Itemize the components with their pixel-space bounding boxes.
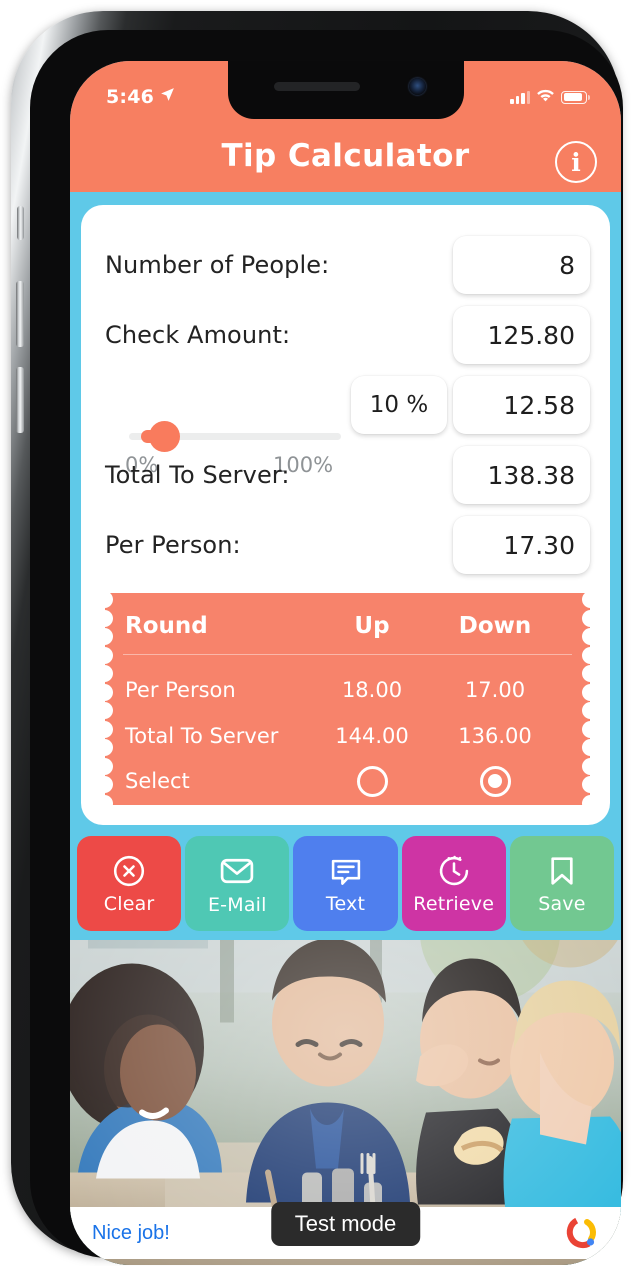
table-row: Per Person 18.00 17.00: [105, 673, 590, 707]
action-button-clear[interactable]: Clear: [77, 836, 182, 931]
action-button-save[interactable]: Save: [509, 836, 615, 931]
phone-screen: Tip Calculator i 5:46 Number of People: …: [70, 61, 621, 1265]
label-per-person: Per Person:: [105, 531, 241, 559]
status-bar-right: [510, 86, 590, 108]
location-arrow-icon: [159, 86, 176, 108]
screenshot-root: Tip Calculator i 5:46 Number of People: …: [0, 0, 631, 1266]
chat-bubble-icon: [328, 853, 364, 889]
receipt-select-label: Select: [125, 769, 190, 793]
receipt-header-row: Round Up Down: [105, 607, 590, 645]
receipt-row0-label: Per Person: [125, 678, 236, 702]
receipt-select-row: Select: [105, 763, 590, 799]
tip-amount-output[interactable]: 12.58: [453, 376, 590, 434]
number-of-people-input[interactable]: 8: [453, 236, 590, 294]
envelope-icon: [218, 852, 256, 890]
receipt-row0-up: 18.00: [341, 678, 403, 702]
action-button-label: Clear: [103, 892, 155, 915]
page-title: Tip Calculator: [221, 138, 470, 174]
info-icon-glyph: i: [571, 147, 581, 177]
phone-frame: Tip Calculator i 5:46 Number of People: …: [11, 11, 623, 1265]
phone-bezel: Tip Calculator i 5:46 Number of People: …: [30, 30, 623, 1265]
status-time: 5:46: [106, 86, 155, 108]
action-button-text[interactable]: Text: [293, 836, 398, 931]
receipt-select-down-cell: [431, 765, 559, 797]
cellular-signal-icon: [510, 90, 530, 104]
row-check-amount: Check Amount: 125.80: [105, 301, 590, 369]
action-button-label: Save: [538, 892, 586, 915]
receipt-row1-down: 136.00: [458, 724, 532, 748]
battery-icon: [561, 90, 590, 104]
receipt-row1-up: 144.00: [335, 724, 409, 748]
action-button-label: Text: [325, 892, 366, 915]
volume-up-button[interactable]: [16, 281, 24, 347]
receipt-header-up: Up: [354, 613, 390, 639]
row-total-to-server: Total To Server: 138.38: [105, 441, 590, 509]
total-to-server-output[interactable]: 138.38: [453, 446, 590, 504]
receipt-header-round: Round: [125, 613, 208, 639]
label-total-to-server: Total To Server:: [105, 461, 290, 489]
bookmark-icon: [544, 853, 580, 889]
action-button-retrieve[interactable]: Retrieve: [401, 836, 506, 931]
row-number-of-people: Number of People: 8: [105, 231, 590, 299]
silent-switch-button[interactable]: [17, 206, 24, 240]
clock-history-icon: [436, 853, 472, 889]
table-row: Total To Server 144.00 136.00: [105, 719, 590, 753]
receipt-row0-down: 17.00: [464, 678, 526, 702]
receipt-header-down: Down: [458, 613, 532, 639]
test-mode-badge: Test mode: [270, 1202, 421, 1246]
radio-round-up[interactable]: [356, 765, 388, 797]
volume-down-button[interactable]: [16, 367, 24, 433]
label-check-amount: Check Amount:: [105, 321, 291, 349]
wifi-icon: [536, 86, 555, 108]
admob-logo-icon: [563, 1215, 599, 1251]
x-circle-icon: [111, 853, 147, 889]
rounding-receipt-panel: Round Up Down Per Person 18.00 17.00 Tot…: [104, 593, 591, 805]
action-button-label: Retrieve: [413, 892, 495, 915]
receipt-row1-label: Total To Server: [125, 724, 279, 748]
receipt-select-up-cell: [313, 765, 431, 797]
ad-link-text[interactable]: Nice job!: [92, 1222, 170, 1245]
per-person-output[interactable]: 17.30: [453, 516, 590, 574]
row-tip: 0% 100% 10 % 12.58: [105, 371, 590, 477]
label-number-of-people: Number of People:: [105, 251, 330, 279]
app-body: Number of People: 8 Check Amount: 125.80: [70, 192, 621, 1265]
action-button-bar: Clear E-Mail Text Retrieve Save: [77, 836, 615, 931]
check-amount-input[interactable]: 125.80: [453, 306, 590, 364]
status-bar-left: 5:46: [106, 86, 176, 108]
status-bar: 5:46: [70, 61, 621, 119]
receipt-divider: [123, 654, 572, 656]
action-button-e-mail[interactable]: E-Mail: [185, 836, 290, 931]
action-button-label: E-Mail: [207, 893, 267, 916]
calculator-card: Number of People: 8 Check Amount: 125.80: [81, 205, 610, 825]
radio-round-down[interactable]: [479, 765, 511, 797]
tip-percent-input[interactable]: 10 %: [351, 376, 447, 434]
info-icon[interactable]: i: [555, 141, 597, 183]
row-per-person: Per Person: 17.30: [105, 511, 590, 579]
